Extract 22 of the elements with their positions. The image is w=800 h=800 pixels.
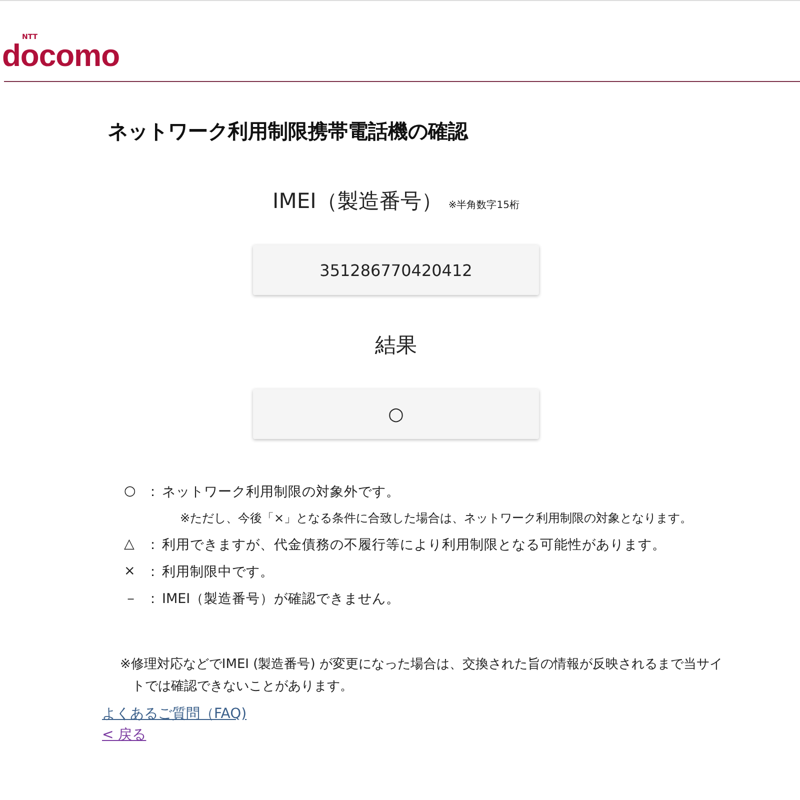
notice-text: ※修理対応などでIMEI (製造番号) が変更になった場合は、交換された旨の情報が反映されるまで当サイトでは確認できないことがあります。 xyxy=(120,656,724,696)
legend-text: IMEI（製造番号）が確認できません。 xyxy=(162,590,400,608)
legend-symbol: － xyxy=(124,590,139,608)
legend-text: 利用制限中です。 xyxy=(162,563,274,581)
page-title: ネットワーク利用制限携帯電話機の確認 xyxy=(108,118,470,145)
result-label: 結果 xyxy=(375,332,417,359)
imei-field[interactable]: 351286770420412 xyxy=(253,245,539,295)
legend-note: ※ただし、今後「×」となる条件に合致した場合は、ネットワーク利用制限の対象となります。 xyxy=(180,510,692,527)
legend-separator: ： xyxy=(146,590,161,608)
legend-text: 利用できますが、代金債務の不履行等により利用制限となる可能性があります。 xyxy=(162,536,666,554)
legend-symbol: △ xyxy=(124,536,136,554)
legend-separator: ： xyxy=(146,483,161,501)
field-hint: ※半角数字15桁 xyxy=(448,198,520,212)
result-field: ○ xyxy=(253,389,539,439)
legend-text: ネットワーク利用制限の対象外です。 xyxy=(162,483,400,501)
legend-separator: ： xyxy=(146,536,161,554)
legend-symbol: ○ xyxy=(124,483,137,501)
legend-symbol: × xyxy=(124,563,136,581)
link[interactable]: < 戻る xyxy=(102,725,146,746)
legend-separator: ： xyxy=(146,563,161,581)
field-label: IMEI（製造番号） xyxy=(272,188,442,215)
link[interactable]: よくあるご質問（FAQ) xyxy=(102,704,247,725)
